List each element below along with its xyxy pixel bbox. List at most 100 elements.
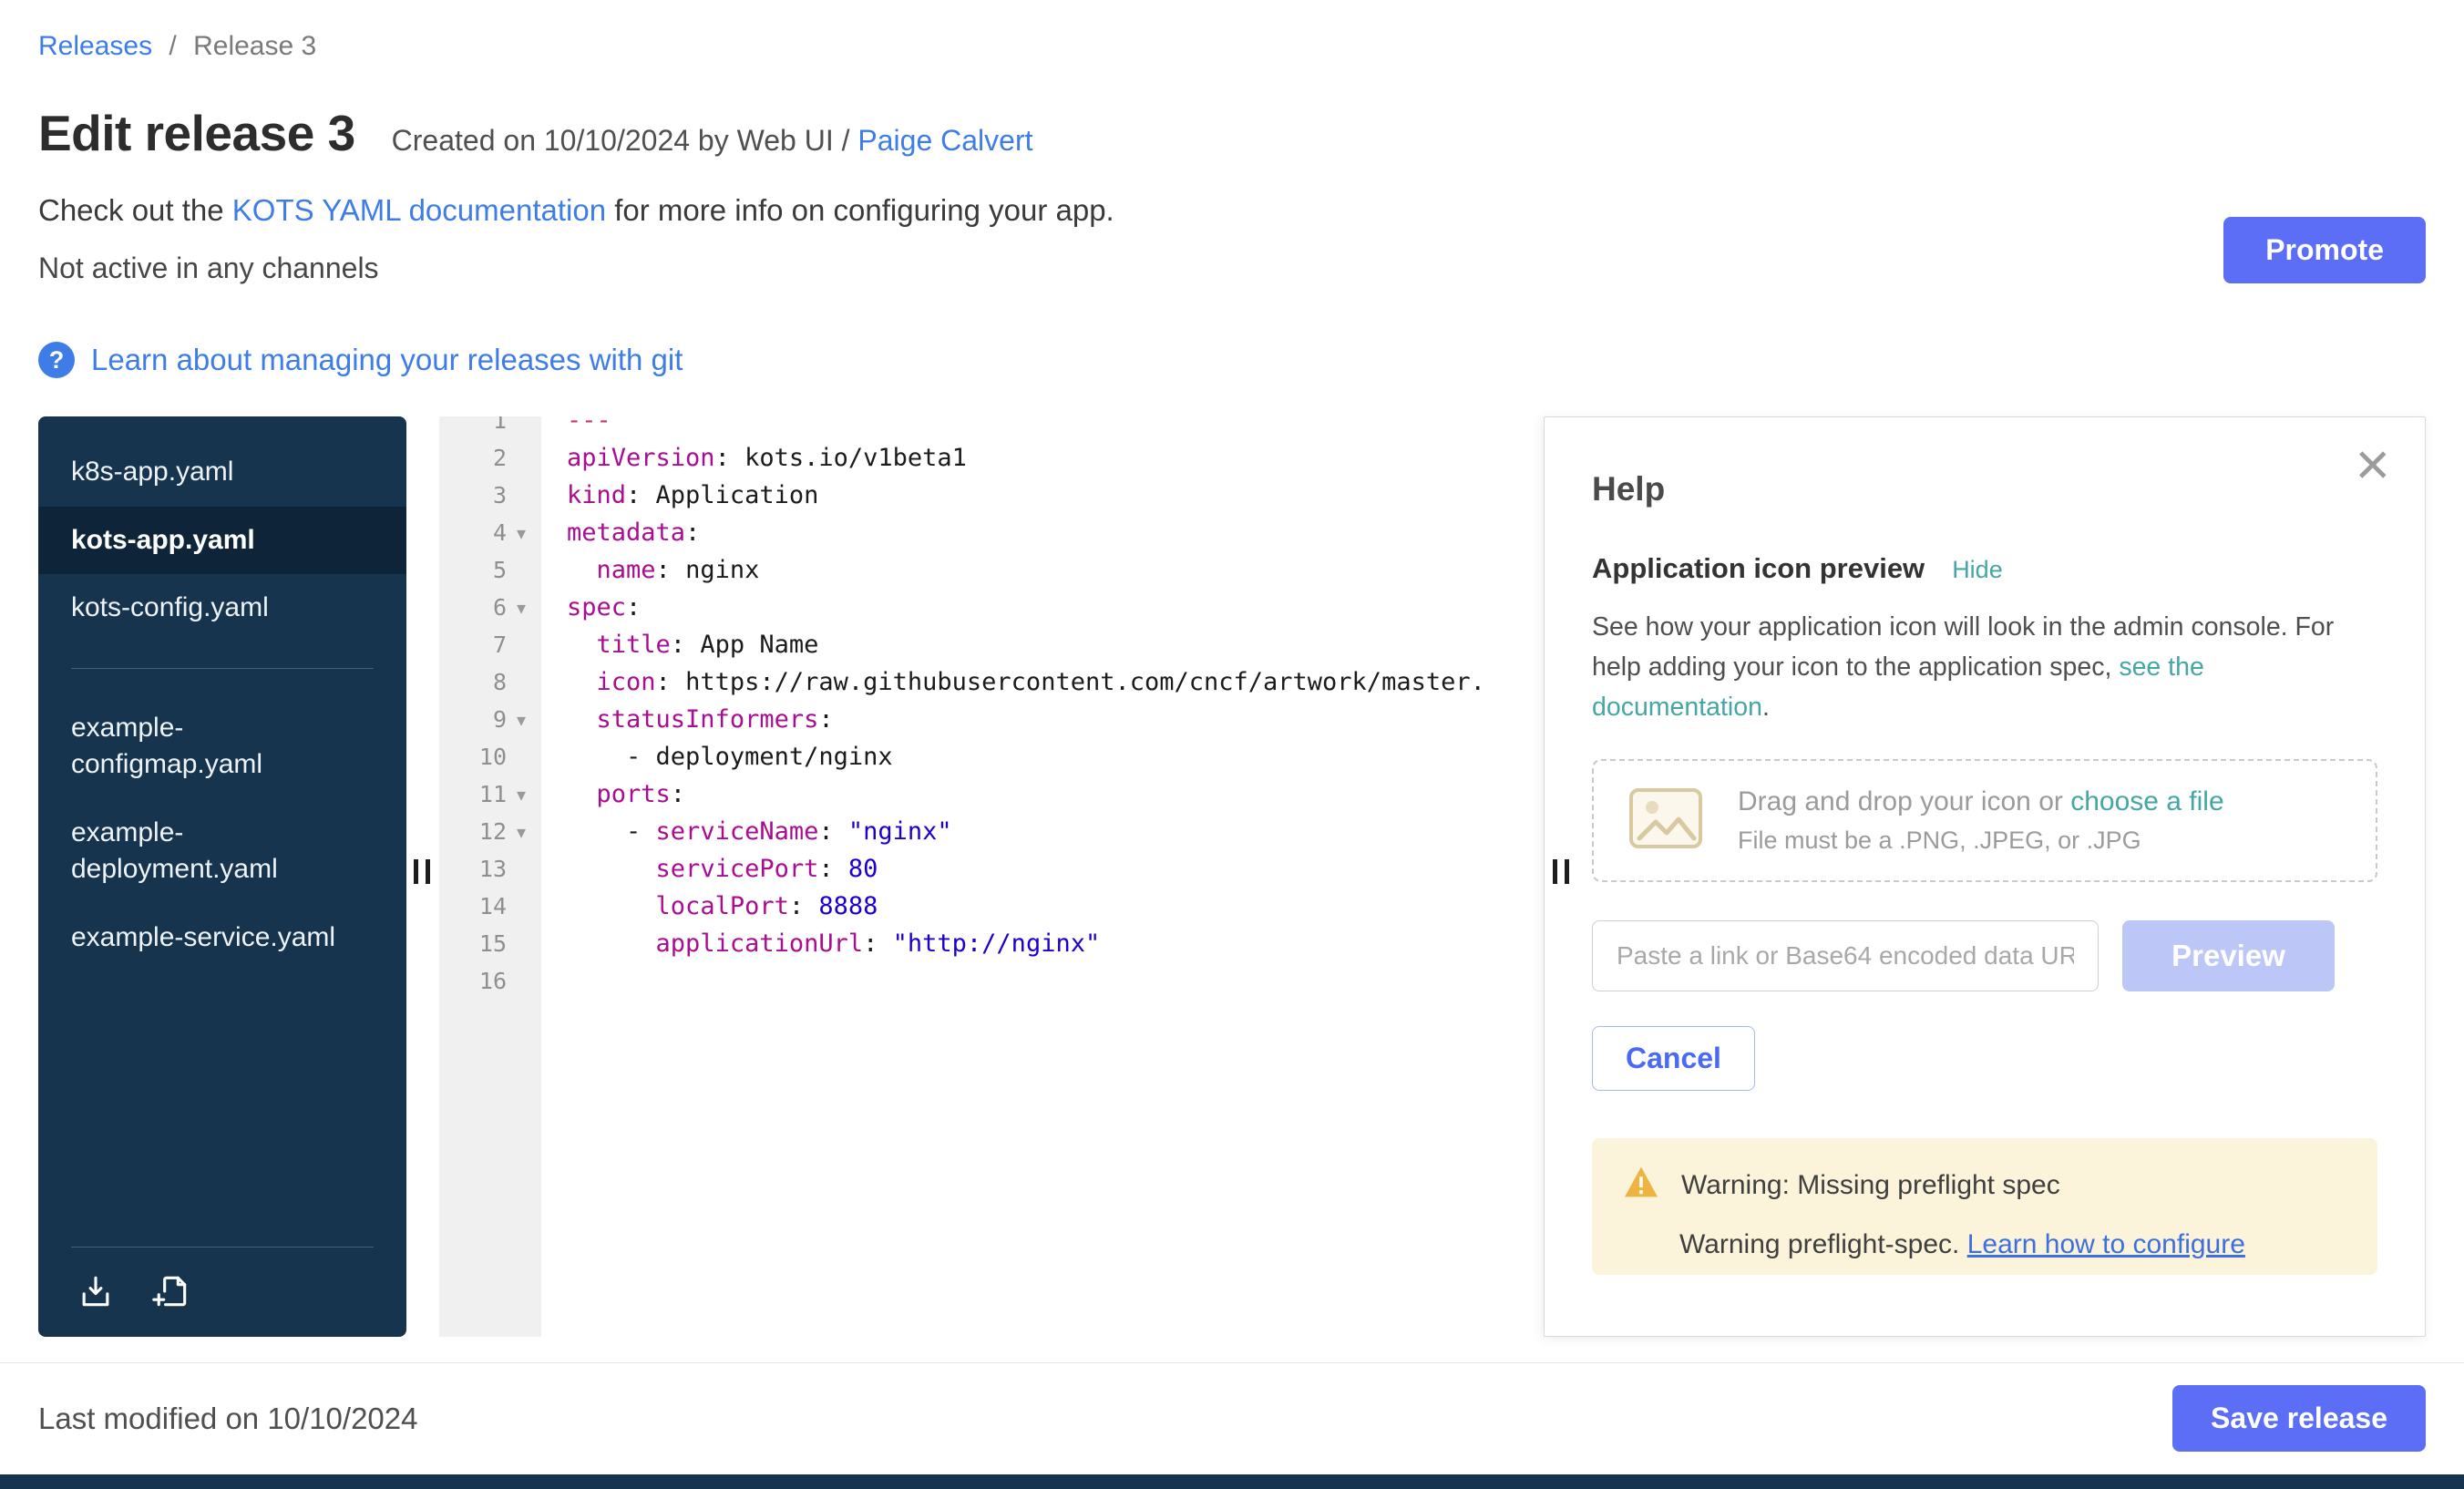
code-line-content: - deployment/nginx (541, 743, 893, 771)
code-line-content: name: nginx (541, 556, 759, 584)
icon-preview-title: Application icon preview (1592, 552, 1925, 585)
fold-arrow-icon[interactable]: ▾ (508, 597, 534, 619)
code-line-9[interactable]: 9▾ statusInformers: (439, 701, 1544, 738)
upload-file-icon[interactable] (75, 1271, 117, 1311)
icon-dropzone[interactable]: Drag and drop your icon or choose a file… (1592, 759, 2377, 882)
question-mark-icon: ? (38, 342, 75, 378)
cancel-button[interactable]: Cancel (1592, 1026, 1755, 1091)
code-line-7[interactable]: 7 title: App Name (439, 626, 1544, 663)
icon-url-input[interactable] (1592, 920, 2099, 991)
code-line-content: apiVersion: kots.io/v1beta1 (541, 444, 967, 472)
code-line-14[interactable]: 14 localPort: 8888 (439, 888, 1544, 925)
code-line-5[interactable]: 5 name: nginx (439, 551, 1544, 589)
file-item-label: example-service.yaml (71, 919, 335, 957)
line-number-cell: 7 (439, 632, 541, 658)
file-list-divider (71, 668, 374, 669)
warning-detail-text: Warning preflight-spec. (1679, 1229, 1967, 1259)
line-number: 15 (479, 930, 507, 957)
file-list: k8s-app.yaml kots-app.yaml kots-config.yam… (38, 416, 406, 1247)
save-release-button[interactable]: Save release (2172, 1385, 2426, 1452)
dropzone-hint: File must be a .PNG, .JPEG, or .JPG (1738, 827, 2224, 855)
code-line-content: ports: (541, 780, 685, 808)
git-help-row: ? Learn about managing your releases wit… (38, 342, 2426, 378)
code-line-12[interactable]: 12▾ - serviceName: "nginx" (439, 813, 1544, 850)
line-number: 11 (479, 781, 507, 807)
code-line-4[interactable]: 4▾metadata: (439, 514, 1544, 551)
sidebar-actions (71, 1247, 374, 1337)
git-help-link[interactable]: Learn about managing your releases with … (91, 343, 683, 377)
editor-lines: 1--- 2 apiVersion: kots.io/v1beta1 3 kind: A… (439, 416, 1544, 1000)
line-number: 12 (479, 818, 507, 845)
line-number-cell: 16 (439, 968, 541, 994)
line-number: 14 (479, 893, 507, 919)
line-number: 10 (479, 744, 507, 770)
promote-button[interactable]: Promote (2223, 217, 2426, 283)
code-line-15[interactable]: 15 applicationUrl: "http://nginx" (439, 925, 1544, 962)
fold-arrow-icon[interactable]: ▾ (508, 709, 534, 731)
line-number-cell: 9▾ (439, 706, 541, 733)
line-number-cell: 12▾ (439, 818, 541, 845)
code-line-6[interactable]: 6▾spec: (439, 589, 1544, 626)
bottom-bar (0, 1474, 2464, 1489)
doc-info-suffix: for more info on configuring your app. (606, 193, 1114, 227)
preview-button[interactable]: Preview (2122, 920, 2335, 991)
preflight-warning-box: Warning: Missing preflight spec Warning … (1592, 1138, 2377, 1275)
code-line-content: servicePort: 80 (541, 855, 878, 883)
code-line-11[interactable]: 11▾ ports: (439, 775, 1544, 813)
code-line-content: --- (541, 416, 611, 435)
channel-status: Not active in any channels (38, 252, 2426, 285)
line-number-cell: 15 (439, 930, 541, 957)
fold-arrow-icon[interactable]: ▾ (508, 522, 534, 544)
file-item-label: k8s-app.yaml (71, 454, 233, 491)
file-item-k8s-app-yaml[interactable]: k8s-app.yaml (38, 438, 406, 507)
code-line-content: kind: Application (541, 481, 818, 509)
close-icon[interactable]: × (2355, 434, 2390, 494)
code-line-1[interactable]: 1--- (439, 416, 1544, 439)
warning-title: Warning: Missing preflight spec (1681, 1170, 2060, 1201)
file-item-kots-app-yaml[interactable]: kots-app.yaml (38, 507, 406, 575)
choose-file-link[interactable]: choose a file (2070, 786, 2223, 816)
file-item-kots-config-yaml[interactable]: kots-config.yaml (38, 574, 406, 642)
code-line-content: applicationUrl: "http://nginx" (541, 929, 1100, 958)
line-number-cell: 5 (439, 557, 541, 583)
breadcrumb: Releases / Release 3 (38, 31, 2426, 62)
breadcrumb-releases-link[interactable]: Releases (38, 31, 152, 61)
file-item-example-service-yaml[interactable]: example-service.yaml (38, 904, 406, 972)
code-line-13[interactable]: 13 servicePort: 80 (439, 850, 1544, 888)
warning-title-row: Warning: Missing preflight spec (1623, 1166, 2346, 1206)
fold-arrow-icon[interactable]: ▾ (508, 821, 534, 843)
help-panel: × Help Application icon preview Hide See… (1544, 416, 2426, 1337)
help-panel-resize-handle[interactable] (1549, 859, 1573, 884)
hide-link[interactable]: Hide (1952, 556, 2003, 584)
file-item-example-configmap-yaml[interactable]: example-configmap.yaml (38, 694, 406, 799)
file-item-label: kots-app.yaml (71, 522, 255, 560)
fold-arrow-icon[interactable]: ▾ (508, 784, 534, 806)
code-line-2[interactable]: 2 apiVersion: kots.io/v1beta1 (439, 439, 1544, 477)
new-file-icon[interactable] (149, 1271, 193, 1311)
breadcrumb-current: Release 3 (193, 31, 316, 61)
line-number: 3 (493, 482, 507, 508)
breadcrumb-separator: / (169, 31, 176, 61)
file-item-example-deployment-yaml[interactable]: example-deployment.yaml (38, 799, 406, 904)
code-line-16[interactable]: 16 (439, 962, 1544, 1000)
sidebar-resize-handle[interactable] (410, 859, 434, 884)
code-line-3[interactable]: 3 kind: Application (439, 477, 1544, 514)
line-number-cell: 14 (439, 893, 541, 919)
kots-yaml-docs-link[interactable]: KOTS YAML documentation (232, 193, 606, 227)
help-description-period: . (1762, 693, 1770, 722)
yaml-code-editor[interactable]: 1--- 2 apiVersion: kots.io/v1beta1 3 kind: A… (439, 416, 1544, 1337)
page-title: Edit release 3 (38, 104, 355, 162)
code-line-10[interactable]: 10 - deployment/nginx (439, 738, 1544, 775)
author-link[interactable]: Paige Calvert (857, 124, 1032, 157)
dropzone-text-prefix: Drag and drop your icon or (1738, 786, 2070, 816)
code-line-content: icon: https://raw.githubusercontent.com/… (541, 668, 1485, 696)
file-item-label: example-deployment.yaml (71, 815, 361, 888)
line-number: 2 (493, 445, 507, 471)
line-number-cell: 10 (439, 744, 541, 770)
line-number: 7 (493, 632, 507, 658)
code-line-content: spec: (541, 593, 641, 621)
code-line-8[interactable]: 8 icon: https://raw.githubusercontent.co… (439, 663, 1544, 701)
code-line-content: metadata: (541, 519, 700, 547)
warning-detail: Warning preflight-spec. Learn how to con… (1679, 1229, 2346, 1260)
learn-how-to-configure-link[interactable]: Learn how to configure (1967, 1229, 2245, 1259)
